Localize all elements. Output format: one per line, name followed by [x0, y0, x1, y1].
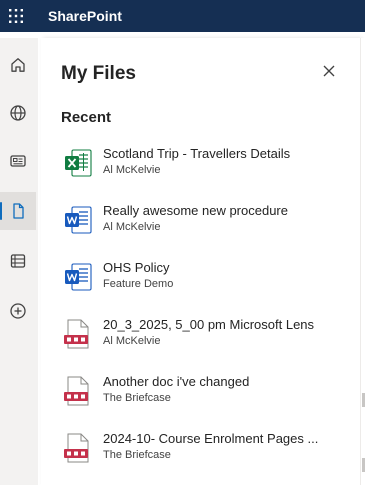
file-name: Another doc i've changed	[103, 374, 250, 389]
file-name: 2024-10- Course Enrolment Pages ...	[103, 431, 319, 446]
add-icon	[10, 303, 26, 319]
file-location: The Briefcase	[103, 449, 171, 461]
file-name: Really awesome new procedure	[103, 203, 288, 218]
file-location: Al McKelvie	[103, 335, 161, 347]
list-item[interactable]: 2024-10- Course Enrolment Pages ... The …	[41, 427, 360, 484]
file-icon	[13, 203, 24, 219]
file-name: 20_3_2025, 5_00 pm Microsoft Lens	[103, 317, 315, 332]
list-item[interactable]: Really awesome new procedure Al McKelvie	[41, 199, 360, 256]
word-icon	[65, 206, 92, 234]
close-icon	[323, 65, 335, 77]
app-name[interactable]: SharePoint	[48, 8, 122, 24]
close-button[interactable]	[318, 60, 340, 82]
my-files-panel: My Files Recent Scotland Trip - Travelle…	[41, 38, 360, 485]
rail-files-button[interactable]	[0, 192, 36, 230]
news-icon	[10, 155, 26, 167]
panel-title: My Files	[61, 63, 136, 84]
list-item[interactable]: Another doc i've changed The Briefcase	[41, 370, 360, 427]
recent-file-list: Scotland Trip - Travellers Details Al Mc…	[41, 142, 360, 484]
file-name: Scotland Trip - Travellers Details	[103, 146, 291, 161]
globe-icon	[10, 105, 26, 121]
app-bar	[0, 38, 38, 485]
rail-sites-button[interactable]	[0, 94, 36, 132]
background-edge	[360, 38, 365, 485]
file-name: OHS Policy	[103, 260, 170, 275]
file-location: Al McKelvie	[103, 221, 161, 233]
file-location: The Briefcase	[103, 392, 171, 404]
pdf-icon	[64, 433, 89, 463]
excel-icon	[65, 149, 92, 177]
recent-heading: Recent	[61, 109, 112, 126]
pdf-icon	[64, 376, 89, 406]
lists-icon	[10, 254, 26, 268]
list-item[interactable]: Scotland Trip - Travellers Details Al Mc…	[41, 142, 360, 199]
waffle-icon	[9, 9, 23, 23]
list-item[interactable]: OHS Policy Feature Demo	[41, 256, 360, 313]
pdf-icon	[64, 319, 89, 349]
list-item[interactable]: 20_3_2025, 5_00 pm Microsoft Lens Al McK…	[41, 313, 360, 370]
app-launcher-button[interactable]	[0, 0, 32, 32]
file-location: Al McKelvie	[103, 164, 161, 176]
file-location: Feature Demo	[103, 278, 174, 290]
top-bar: SharePoint	[0, 0, 365, 32]
home-icon	[11, 58, 25, 72]
rail-create-button[interactable]	[0, 292, 36, 330]
rail-home-button[interactable]	[0, 46, 36, 84]
rail-news-button[interactable]	[0, 142, 36, 180]
word-icon	[65, 263, 92, 291]
rail-lists-button[interactable]	[0, 242, 36, 280]
